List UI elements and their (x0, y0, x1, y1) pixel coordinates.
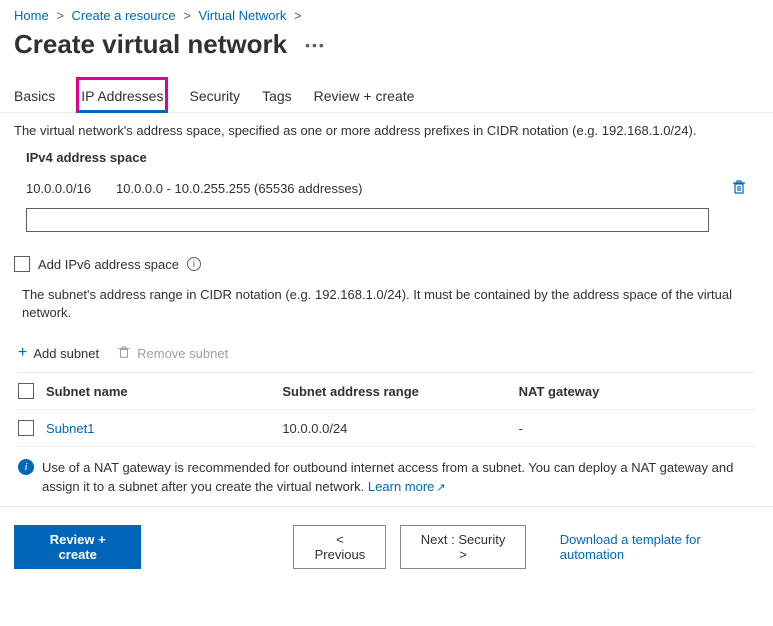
remove-subnet-label: Remove subnet (137, 346, 228, 361)
breadcrumb-create-resource[interactable]: Create a resource (72, 8, 176, 23)
chevron-right-icon: > (294, 8, 302, 23)
next-button[interactable]: Next : Security > (400, 525, 525, 569)
ipv4-label: IPv4 address space (0, 138, 773, 171)
subnet-description: The subnet's address range in CIDR notat… (0, 276, 773, 322)
info-text-container: Use of a NAT gateway is recommended for … (42, 459, 755, 496)
ipv6-checkbox-label: Add IPv6 address space (38, 257, 179, 272)
chevron-right-icon: > (56, 8, 64, 23)
col-subnet-range: Subnet address range (282, 384, 518, 399)
subnet-toolbar: + Add subnet Remove subnet (0, 322, 773, 372)
breadcrumb-virtual-network[interactable]: Virtual Network (198, 8, 286, 23)
chevron-right-icon: > (183, 8, 191, 23)
page-header: Create virtual network ••• (0, 27, 773, 78)
nat-info-banner: i Use of a NAT gateway is recommended fo… (0, 447, 773, 507)
ipv6-checkbox-row: Add IPv6 address space i (0, 242, 773, 276)
add-subnet-button[interactable]: + Add subnet (18, 344, 99, 362)
subnet-name-link[interactable]: Subnet1 (46, 421, 282, 436)
col-nat-gateway: NAT gateway (519, 384, 755, 399)
subnet-table-header: Subnet name Subnet address range NAT gat… (18, 373, 755, 410)
subnet-range-value: 10.0.0.0/24 (282, 421, 518, 436)
remove-subnet-button: Remove subnet (117, 345, 228, 362)
review-create-button[interactable]: Review + create (14, 525, 141, 569)
row-checkbox[interactable] (18, 420, 34, 436)
tab-basics[interactable]: Basics (14, 78, 55, 112)
tab-security[interactable]: Security (189, 78, 240, 112)
download-template-link[interactable]: Download a template for automation (560, 532, 759, 562)
ipv4-description: The virtual network's address space, spe… (0, 113, 773, 138)
more-actions-icon[interactable]: ••• (305, 37, 326, 53)
subnet-table: Subnet name Subnet address range NAT gat… (18, 372, 755, 447)
add-subnet-label: Add subnet (33, 346, 99, 361)
breadcrumb-home[interactable]: Home (14, 8, 49, 23)
subnet-nat-value: - (519, 421, 755, 436)
tab-review-create[interactable]: Review + create (314, 78, 415, 112)
tab-bar: Basics IP Addresses Security Tags Review… (0, 78, 773, 113)
learn-more-link[interactable]: Learn more↗ (368, 479, 446, 494)
plus-icon: + (18, 344, 27, 362)
tab-ip-addresses[interactable]: IP Addresses (77, 78, 167, 112)
trash-icon (117, 345, 131, 362)
info-icon: i (18, 459, 34, 475)
address-range: 10.0.0.0 - 10.0.255.255 (65536 addresses… (116, 181, 362, 196)
col-subnet-name: Subnet name (46, 384, 282, 399)
footer-bar: Review + create < Previous Next : Securi… (0, 507, 773, 587)
delete-address-button[interactable] (731, 179, 747, 198)
info-icon[interactable]: i (187, 257, 201, 271)
address-cidr: 10.0.0.0/16 (26, 181, 116, 196)
select-all-checkbox[interactable] (18, 383, 34, 399)
table-row: Subnet1 10.0.0.0/24 - (18, 410, 755, 447)
trash-icon (731, 179, 747, 195)
address-space-row: 10.0.0.0/16 10.0.0.0 - 10.0.255.255 (655… (0, 171, 773, 204)
previous-button[interactable]: < Previous (293, 525, 386, 569)
new-address-input[interactable] (26, 208, 709, 232)
tab-tags[interactable]: Tags (262, 78, 292, 112)
ipv6-checkbox[interactable] (14, 256, 30, 272)
page-title: Create virtual network (14, 29, 287, 60)
breadcrumb: Home > Create a resource > Virtual Netwo… (0, 0, 773, 27)
external-link-icon: ↗ (436, 482, 445, 494)
